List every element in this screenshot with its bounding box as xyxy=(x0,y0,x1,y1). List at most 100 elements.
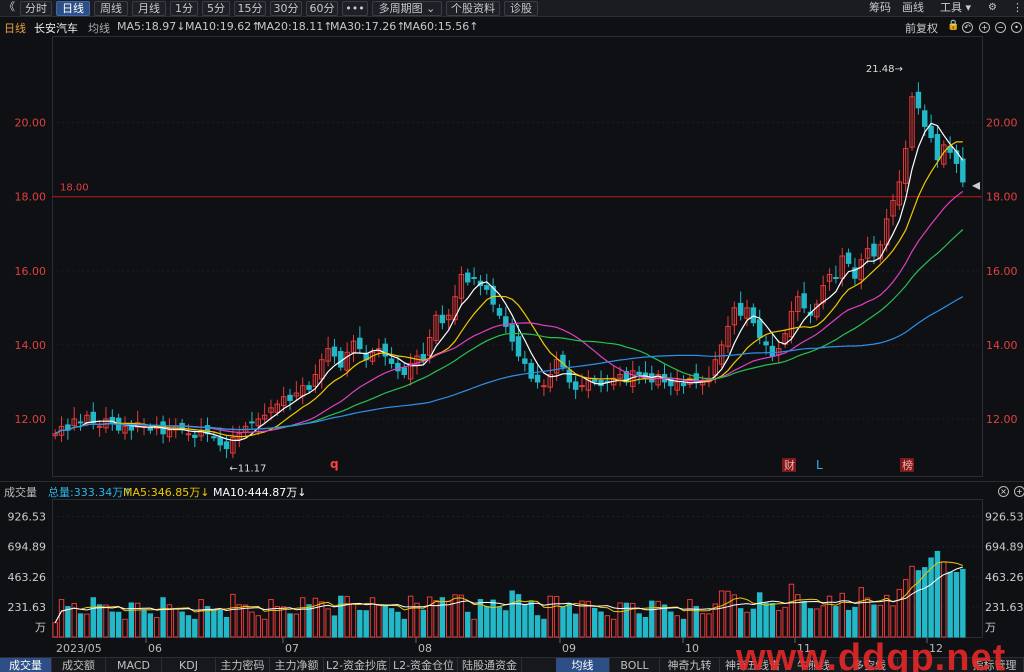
volume-info-bar: 成交量 总量:333.34万↑ MA5:346.85万↓ MA10:444.87… xyxy=(0,481,1024,499)
candle-body xyxy=(484,285,490,290)
volume-bar xyxy=(65,606,71,638)
chips-button[interactable]: 筹码 xyxy=(869,1,891,16)
candle-body xyxy=(928,125,934,138)
volume-bar xyxy=(611,618,617,638)
indicator-tab[interactable]: 成交额 xyxy=(52,658,106,672)
zoom-out-icon[interactable]: − xyxy=(995,22,1006,33)
candle-body xyxy=(934,134,941,161)
volume-bar xyxy=(598,611,604,638)
volume-bar xyxy=(230,593,236,638)
indicator-tab[interactable]: 成交量 xyxy=(0,658,52,672)
indicator-tab[interactable]: MACD xyxy=(106,658,162,672)
indicator-tab[interactable]: 主力密码 xyxy=(216,658,270,672)
volume-bar xyxy=(141,609,147,638)
candle-body xyxy=(953,150,960,164)
settings-small-icon[interactable]: • xyxy=(1011,22,1022,33)
volume-bar xyxy=(699,613,706,638)
volume-bar xyxy=(217,609,223,638)
volume-bar xyxy=(363,610,369,638)
gear-icon[interactable]: ⚙ xyxy=(988,1,997,16)
overlay-tab[interactable]: 均线 xyxy=(556,658,610,672)
more-icon[interactable]: ⋮ xyxy=(1012,1,1023,16)
ma30-line xyxy=(54,229,964,435)
volume-bar xyxy=(782,606,788,638)
volume-bar xyxy=(509,590,515,638)
volume-chart[interactable]: 926.53 926.53 694.89 694.89 463.26 463.26 231.… xyxy=(0,499,1024,657)
volume-bar xyxy=(864,597,871,638)
overlay-tab[interactable]: BOLL xyxy=(610,658,660,672)
adjust-mode[interactable]: 前复权 xyxy=(905,20,938,36)
period-tab[interactable]: 日线 xyxy=(56,1,90,16)
indicator-tab[interactable]: L2-资金抄底 xyxy=(324,658,390,672)
volume-bar xyxy=(776,609,782,638)
indicator-tab[interactable]: L2-资金仓位 xyxy=(390,658,458,672)
volume-bar xyxy=(668,611,674,638)
volume-bar xyxy=(312,597,319,638)
indicator-tab[interactable]: 主力净额 xyxy=(270,658,324,672)
candle-body xyxy=(871,243,877,257)
volume-bar xyxy=(845,609,852,638)
volume-bar xyxy=(807,608,814,638)
lock-icon[interactable]: 🔒 xyxy=(947,20,959,31)
volume-ma5-line xyxy=(54,561,963,623)
candle-body xyxy=(522,358,528,364)
tools-menu-button[interactable]: 工具 ▾ xyxy=(940,1,971,16)
overlay-tab[interactable]: 神奇九转 xyxy=(660,658,720,672)
y-tick-label-right: 16.00 xyxy=(986,265,1018,278)
indicator-tab[interactable]: 陆股通资金 xyxy=(458,658,522,672)
volume-bar xyxy=(192,618,198,638)
volume-bar xyxy=(649,600,655,638)
volume-bar xyxy=(541,618,547,638)
volume-bar xyxy=(795,594,801,638)
period-tab[interactable]: 1分 xyxy=(170,1,198,16)
volume-bar xyxy=(534,615,541,638)
volume-tick-left: 926.53 xyxy=(8,511,47,524)
period-tab[interactable]: 多周期图 ⌄ xyxy=(372,1,442,16)
volume-bar xyxy=(960,568,966,638)
volume-bar xyxy=(84,613,90,638)
y-tick-label-left: 18.00 xyxy=(15,191,47,204)
zoom-in-icon[interactable]: + xyxy=(979,22,990,33)
volume-bar xyxy=(293,613,300,638)
stock-name[interactable]: 长安汽车 xyxy=(34,20,78,36)
y-tick-label-right: 18.00 xyxy=(986,191,1018,204)
volume-bar xyxy=(344,595,350,638)
candle-body xyxy=(534,374,541,383)
candle-body xyxy=(750,307,757,324)
period-tab[interactable]: 周线 xyxy=(94,1,128,16)
period-tab[interactable]: 个股资料 xyxy=(446,1,500,16)
period-tab[interactable]: 15分 xyxy=(234,1,266,16)
volume-bar xyxy=(890,605,896,638)
volume-bar xyxy=(115,611,122,638)
candlestick-chart[interactable]: 20.00 20.00 18.00 18.00 16.00 16.00 14.00 14.00… xyxy=(0,36,1024,481)
volume-bar xyxy=(566,603,573,638)
volume-bar xyxy=(737,608,744,638)
period-tab[interactable]: 月线 xyxy=(132,1,166,16)
volume-bar xyxy=(325,608,331,638)
add-indicator-icon[interactable]: + xyxy=(1014,486,1024,497)
volume-bar xyxy=(401,618,407,638)
candle-body xyxy=(566,369,573,383)
volume-bar xyxy=(687,599,693,638)
volume-bar xyxy=(756,592,763,638)
collapse-left-icon[interactable]: 《 xyxy=(4,0,15,15)
period-tab[interactable]: 诊股 xyxy=(504,1,538,16)
period-tab[interactable]: 5分 xyxy=(202,1,230,16)
volume-bar xyxy=(249,611,255,638)
period-tab[interactable]: ••• xyxy=(342,1,368,16)
volume-bar xyxy=(128,602,135,638)
candle-body xyxy=(395,362,401,372)
volume-bar xyxy=(388,608,395,638)
close-indicator-icon[interactable]: × xyxy=(998,486,1009,497)
period-tab[interactable]: 30分 xyxy=(270,1,302,16)
candle-body xyxy=(192,434,198,438)
draw-line-button[interactable]: 画线 xyxy=(902,1,924,16)
period-tab[interactable]: 60分 xyxy=(306,1,338,16)
back-icon[interactable]: ↶ xyxy=(962,22,973,33)
avg-line-label[interactable]: 均线 xyxy=(88,20,110,36)
volume-bar xyxy=(883,594,890,638)
indicator-tab[interactable]: KDJ xyxy=(162,658,216,672)
period-tab[interactable]: 分时 xyxy=(20,1,52,16)
volume-bar xyxy=(465,611,471,638)
volume-bar xyxy=(820,605,826,638)
